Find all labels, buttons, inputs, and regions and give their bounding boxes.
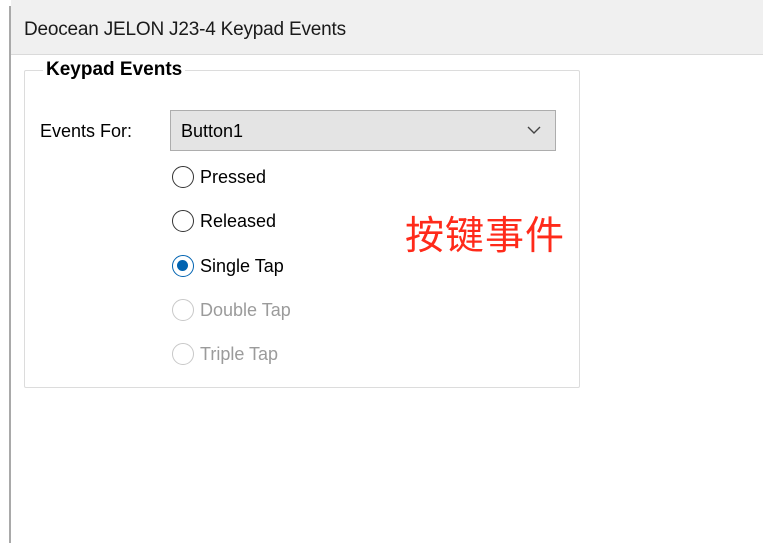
radio-button-pressed[interactable] xyxy=(172,166,194,188)
radio-button-released[interactable] xyxy=(172,210,194,232)
events-for-dropdown[interactable]: Button1 xyxy=(170,110,556,151)
radio-option-triple-tap: Triple Tap xyxy=(172,342,278,366)
group-legend: Keypad Events xyxy=(43,59,186,81)
radio-option-released[interactable]: Released xyxy=(172,209,276,233)
radio-option-pressed[interactable]: Pressed xyxy=(172,165,266,189)
radio-button-triple-tap xyxy=(172,343,194,365)
radio-label-released: Released xyxy=(200,210,277,231)
events-for-selected-value: Button1 xyxy=(181,121,244,141)
window-title: Deocean JELON J23-4 Keypad Events xyxy=(24,19,346,40)
radio-label-pressed: Pressed xyxy=(200,166,267,187)
radio-button-single-tap[interactable] xyxy=(172,255,194,277)
events-for-label: Events For: xyxy=(40,121,133,141)
title-bar: Deocean JELON J23-4 Keypad Events xyxy=(11,0,763,55)
radio-option-single-tap[interactable]: Single Tap xyxy=(172,254,284,278)
window-left-border xyxy=(9,6,11,543)
radio-button-double-tap xyxy=(172,299,194,321)
chevron-down-icon xyxy=(527,126,541,134)
annotation-text: 按键事件 xyxy=(405,214,566,259)
radio-label-double-tap: Double Tap xyxy=(200,299,291,320)
radio-option-double-tap: Double Tap xyxy=(172,298,291,322)
radio-label-single-tap: Single Tap xyxy=(200,255,284,276)
radio-label-triple-tap: Triple Tap xyxy=(200,343,279,364)
